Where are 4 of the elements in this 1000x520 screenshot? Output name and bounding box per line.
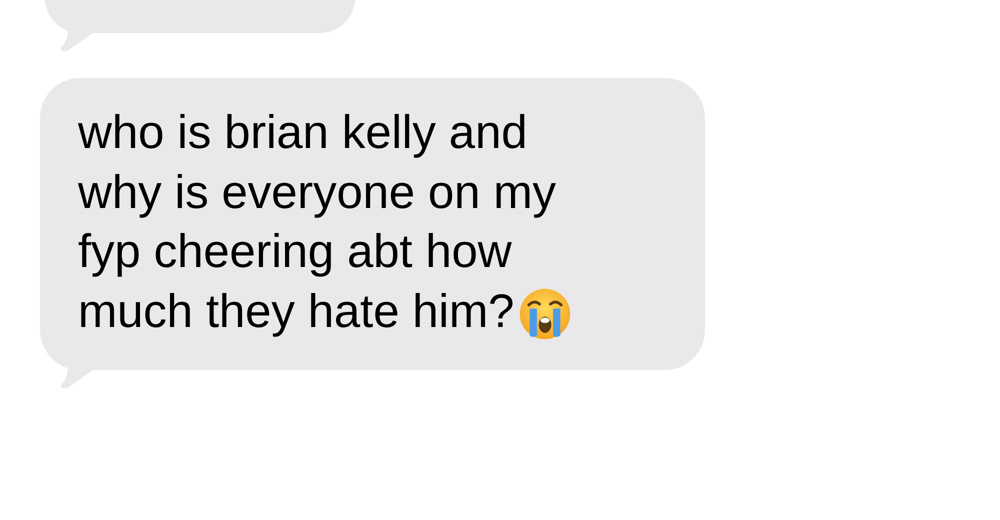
message-text: why is everyone on my [78, 164, 556, 220]
message-text: much they hate him? [78, 282, 514, 339]
message-text: fyp cheering abt how [78, 223, 512, 279]
message-text: who is brian kelly and [78, 104, 528, 160]
